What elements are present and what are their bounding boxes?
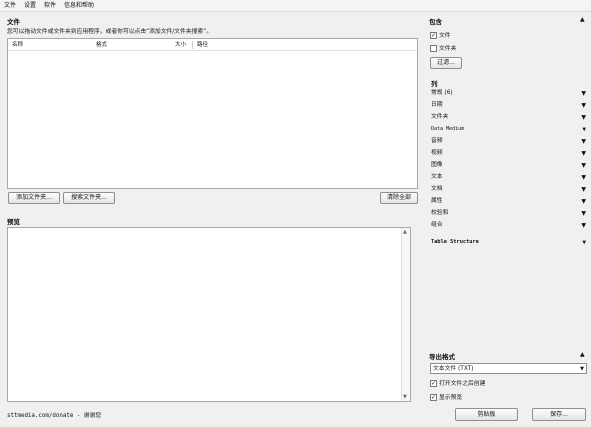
chevron-down-icon[interactable]: ▼ bbox=[582, 237, 586, 248]
dropdown-arrow-icon[interactable]: ▼ bbox=[580, 364, 584, 374]
column-group-label: Data Medium bbox=[431, 126, 465, 132]
menu-file[interactable]: 文件 bbox=[0, 0, 20, 11]
open-after-label: 打开文件之后创建 bbox=[439, 381, 486, 387]
menu-info-help[interactable]: 信息和帮助 bbox=[60, 0, 98, 11]
column-group-label: 校验和 bbox=[431, 210, 449, 216]
column-group-data-medium[interactable]: Data Medium ▼ bbox=[431, 124, 586, 135]
column-group-video[interactable]: 视频 ▼ bbox=[431, 148, 586, 159]
column-group-checksum[interactable]: 校验和 ▼ bbox=[431, 208, 586, 219]
chevron-down-icon[interactable]: ▼ bbox=[581, 220, 586, 231]
file-list[interactable]: 名称 格式 大小 路径 bbox=[7, 38, 418, 189]
column-group-label: 图像 bbox=[431, 162, 443, 168]
export-format-value: 文本文件 (TXT) bbox=[433, 366, 474, 372]
export-collapse-icon[interactable]: ▲ bbox=[580, 351, 585, 358]
file-list-header: 名称 格式 大小 路径 bbox=[8, 39, 417, 51]
preview-scrollbar[interactable]: ▲ ▼ bbox=[401, 228, 410, 401]
checkbox-open-after[interactable]: ✓ bbox=[430, 380, 437, 387]
clear-all-button[interactable]: 清除全部 bbox=[380, 192, 418, 204]
include-collapse-icon[interactable]: ▲ bbox=[580, 16, 585, 23]
include-title: 包含 bbox=[429, 18, 442, 26]
export-format-select[interactable]: 文本文件 (TXT) ▼ bbox=[430, 363, 587, 374]
export-title: 导出格式 bbox=[429, 353, 455, 361]
search-folder-button[interactable]: 搜索文件夹... bbox=[63, 192, 115, 204]
column-divider bbox=[192, 41, 193, 49]
donate-link[interactable]: sttmedia.com/donate - 谢谢您 bbox=[7, 410, 101, 419]
column-group-label: 文本 bbox=[431, 174, 443, 180]
chevron-down-icon[interactable]: ▼ bbox=[582, 124, 586, 135]
add-folder-button[interactable]: 添加文件夹... bbox=[8, 192, 60, 204]
chevron-down-icon[interactable]: ▼ bbox=[581, 88, 586, 99]
chevron-down-icon[interactable]: ▼ bbox=[581, 160, 586, 171]
column-group-document[interactable]: 文档 ▼ bbox=[431, 184, 586, 195]
column-group-label: Table Structure bbox=[431, 239, 479, 245]
column-group-text[interactable]: 文本 ▼ bbox=[431, 172, 586, 183]
chevron-down-icon[interactable]: ▼ bbox=[581, 148, 586, 159]
include-folder-option[interactable]: 文件夹 bbox=[430, 43, 456, 52]
column-format[interactable]: 格式 bbox=[96, 40, 107, 48]
checkbox-show-preview[interactable]: ✓ bbox=[430, 394, 437, 401]
scroll-down-icon[interactable]: ▼ bbox=[403, 394, 407, 400]
column-group-audio[interactable]: 音频 ▼ bbox=[431, 136, 586, 147]
menu-bar: 文件 设置 软件 信息和帮助 bbox=[0, 0, 591, 12]
chevron-down-icon[interactable]: ▼ bbox=[581, 196, 586, 207]
column-group-image[interactable]: 图像 ▼ bbox=[431, 160, 586, 171]
columns-title: 列 bbox=[431, 80, 438, 88]
menu-settings[interactable]: 设置 bbox=[20, 0, 40, 11]
preview-title: 预览 bbox=[7, 218, 20, 226]
column-group-date[interactable]: 日期 ▼ bbox=[431, 100, 586, 111]
donate-text[interactable]: sttmedia.com/donate - 谢谢您 bbox=[7, 413, 101, 419]
checkbox-folder[interactable] bbox=[430, 45, 437, 52]
column-group-label: 音频 bbox=[431, 138, 443, 144]
show-preview-option[interactable]: ✓ 显示预览 bbox=[430, 392, 462, 401]
column-name[interactable]: 名称 bbox=[12, 40, 23, 48]
chevron-down-icon[interactable]: ▼ bbox=[581, 136, 586, 147]
column-group-combination[interactable]: 组合 ▼ bbox=[431, 220, 586, 231]
filter-button[interactable]: 过滤... bbox=[430, 57, 462, 69]
menu-software[interactable]: 软件 bbox=[40, 0, 60, 11]
scroll-up-icon[interactable]: ▲ bbox=[403, 229, 407, 235]
chevron-down-icon[interactable]: ▼ bbox=[581, 172, 586, 183]
column-group-folder[interactable]: 文件夹 ▼ bbox=[431, 112, 586, 123]
column-group-label: 视频 bbox=[431, 150, 443, 156]
column-size[interactable]: 大小 bbox=[175, 40, 186, 48]
show-preview-label: 显示预览 bbox=[439, 395, 463, 401]
column-group-label: 常规 (6) bbox=[431, 90, 453, 96]
column-group-label: 日期 bbox=[431, 102, 443, 108]
files-hint: 您可以拖动文件或文件夹到应用程序，或者你可以点击“添加文件/文件夹搜索”。 bbox=[7, 29, 213, 35]
include-file-label: 文件 bbox=[439, 33, 451, 39]
column-group-attributes[interactable]: 属性 ▼ bbox=[431, 196, 586, 207]
column-group-label: 组合 bbox=[431, 222, 443, 228]
column-group-label: 属性 bbox=[431, 198, 443, 204]
files-title: 文件 bbox=[7, 18, 20, 26]
column-path[interactable]: 路径 bbox=[197, 40, 208, 48]
chevron-down-icon[interactable]: ▼ bbox=[581, 184, 586, 195]
column-group-label: 文档 bbox=[431, 186, 443, 192]
checkbox-file[interactable]: ✓ bbox=[430, 32, 437, 39]
column-group-general[interactable]: 常规 (6) ▼ bbox=[431, 88, 586, 99]
table-structure-section[interactable]: Table Structure ▼ bbox=[431, 237, 586, 248]
chevron-down-icon[interactable]: ▼ bbox=[581, 208, 586, 219]
chevron-down-icon[interactable]: ▼ bbox=[581, 100, 586, 111]
include-folder-label: 文件夹 bbox=[439, 46, 457, 52]
chevron-down-icon[interactable]: ▼ bbox=[581, 112, 586, 123]
clipboard-button[interactable]: 剪贴板 bbox=[455, 408, 518, 421]
include-file-option[interactable]: ✓ 文件 bbox=[430, 30, 451, 39]
save-button[interactable]: 保存... bbox=[532, 408, 586, 421]
preview-pane[interactable]: ▲ ▼ bbox=[7, 227, 411, 402]
column-group-label: 文件夹 bbox=[431, 114, 449, 120]
open-after-option[interactable]: ✓ 打开文件之后创建 bbox=[430, 378, 485, 387]
